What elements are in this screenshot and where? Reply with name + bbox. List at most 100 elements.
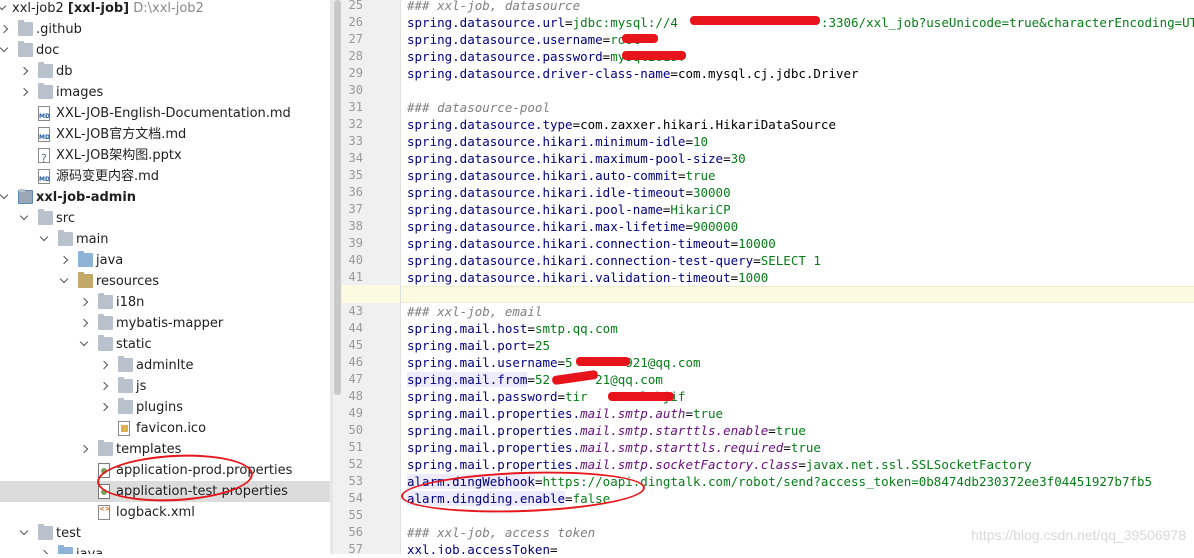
code-line[interactable]: spring.datasource.hikari.pool-name=Hikar… (401, 201, 1194, 218)
tree-item[interactable]: src (0, 208, 330, 229)
tree-item[interactable]: .github (0, 19, 330, 40)
code-line[interactable]: spring.mail.properties.mail.smtp.socketF… (401, 456, 1194, 473)
code-line[interactable]: spring.mail.from=52 21@qq.com (401, 371, 1194, 388)
chevron-right-icon[interactable] (20, 82, 30, 103)
line-number: 28 (348, 49, 363, 63)
code-line[interactable]: spring.datasource.hikari.connection-test… (401, 252, 1194, 269)
code-line[interactable]: spring.datasource.hikari.idle-timeout=30… (401, 184, 1194, 201)
property-key: spring.mail.from (407, 372, 528, 387)
property-value: SELECT 1 (760, 253, 821, 268)
tree-item[interactable]: XXL-JOB官方文档.md (0, 124, 330, 145)
tree-item[interactable]: mybatis-mapper (0, 313, 330, 334)
chevron-down-icon[interactable] (0, 187, 10, 208)
code-line[interactable]: ### datasource-pool (401, 99, 1194, 116)
code-line[interactable]: spring.mail.password=tir xlabjif (401, 388, 1194, 405)
code-line[interactable]: spring.mail.properties.mail.smtp.starttl… (401, 422, 1194, 439)
chevron-right-icon[interactable] (100, 355, 110, 376)
chevron-down-icon[interactable] (60, 271, 70, 292)
property-key: spring.datasource.hikari.maximum-pool-si… (407, 151, 724, 166)
code-line[interactable]: spring.mail.host=smtp.qq.com (401, 320, 1194, 337)
tree-item[interactable]: java (0, 544, 330, 554)
property-value: smtp.qq.com (534, 321, 618, 336)
tree-item[interactable]: java (0, 250, 330, 271)
tree-item[interactable]: XXL-JOB架构图.pptx (0, 145, 330, 169)
folder-icon (118, 377, 133, 393)
tree-item-label: XXL-JOB架构图.pptx (56, 148, 182, 163)
code-line[interactable]: spring.datasource.hikari.auto-commit=tru… (401, 167, 1194, 184)
file-icon (38, 127, 50, 142)
tree-item[interactable]: test (0, 523, 330, 544)
chevron-right-icon[interactable] (0, 19, 10, 40)
tree-item[interactable]: i18n (0, 292, 330, 313)
tree-item[interactable]: XXL-JOB-English-Documentation.md (0, 103, 330, 124)
property-key: spring.datasource.username (407, 32, 603, 47)
tree-item[interactable]: images (0, 82, 330, 103)
code-line[interactable]: ### xxl-job, datasource (401, 0, 1194, 14)
tree-root[interactable]: xxl-job2 [xxl-job] D:\xxl-job2 (0, 0, 330, 19)
folder-icon (78, 251, 93, 267)
tree-item-label: xxl-job-admin (36, 190, 137, 205)
tree-item[interactable]: static (0, 334, 330, 355)
tree-item[interactable]: doc (0, 40, 330, 61)
tree-item[interactable]: favicon.ico (0, 418, 330, 439)
code-line[interactable]: spring.datasource.hikari.validation-time… (401, 269, 1194, 286)
line-number: 46 (348, 355, 363, 369)
code-line[interactable]: spring.mail.username=5 921@qq.com (401, 354, 1194, 371)
chevron-down-icon[interactable] (40, 229, 50, 250)
chevron-down-icon[interactable] (20, 208, 30, 229)
tree-item-label: logback.xml (116, 505, 195, 520)
code-line[interactable]: spring.datasource.type=com.zaxxer.hikari… (401, 116, 1194, 133)
chevron-right-icon[interactable] (20, 61, 30, 82)
code-line[interactable]: ### xxl-job, email (401, 303, 1194, 320)
chevron-right-icon[interactable] (100, 397, 110, 418)
tree-item[interactable]: logback.xml (0, 499, 330, 523)
file-icon (118, 421, 130, 436)
code-line[interactable]: spring.datasource.password=mysql2019. (401, 48, 1194, 65)
chevron-down-icon[interactable] (20, 523, 30, 544)
tree-item[interactable]: resources (0, 271, 330, 292)
code-line[interactable]: spring.datasource.hikari.max-lifetime=90… (401, 218, 1194, 235)
code-line[interactable] (401, 82, 1194, 99)
redaction-mark (622, 51, 686, 60)
chevron-right-icon[interactable] (100, 376, 110, 397)
chevron-right-icon[interactable] (60, 250, 70, 271)
code-line[interactable]: spring.datasource.hikari.minimum-idle=10 (401, 133, 1194, 150)
tree-item[interactable]: plugins (0, 397, 330, 418)
tree-item[interactable]: 源码变更内容.md (0, 166, 330, 187)
code-line[interactable]: spring.datasource.username=root (401, 31, 1194, 48)
code-line[interactable]: spring.datasource.driver-class-name=com.… (401, 65, 1194, 82)
code-line[interactable]: spring.datasource.hikari.maximum-pool-si… (401, 150, 1194, 167)
property-value: jdbc:mysql://4 :3306/xxl_job?useUnicode=… (572, 15, 1194, 30)
code-line[interactable]: spring.mail.properties.mail.smtp.auth=tr… (401, 405, 1194, 422)
chevron-down-icon[interactable] (0, 0, 8, 19)
property-value: 25 (534, 338, 551, 353)
chevron-right-icon[interactable] (80, 439, 90, 460)
line-number: 52 (348, 457, 363, 471)
chevron-right-icon[interactable] (80, 292, 90, 313)
folder-icon (38, 83, 53, 99)
tree-item[interactable]: js (0, 376, 330, 397)
chevron-right-icon[interactable] (40, 544, 50, 554)
equals-sign: = (557, 389, 566, 404)
code-line[interactable] (401, 286, 1194, 303)
tree-item[interactable]: xxl-job-admin (0, 187, 330, 208)
chevron-down-icon[interactable] (80, 334, 90, 355)
tree-item[interactable]: main (0, 229, 330, 250)
tree-item[interactable]: adminlte (0, 355, 330, 376)
line-number: 57 (348, 542, 363, 556)
code-editor[interactable]: ### xxl-job, datasource spring.datasource… (401, 0, 1194, 554)
property-value: 900000 (692, 219, 739, 234)
tree-item-label: adminlte (136, 358, 194, 373)
line-number: 48 (348, 389, 363, 403)
property-value: javax.net.ssl.SSLSocketFactory (805, 457, 1032, 472)
code-line[interactable]: spring.mail.properties.mail.smtp.starttl… (401, 439, 1194, 456)
tree-item[interactable]: db (0, 61, 330, 82)
folder-icon (98, 335, 113, 351)
code-line[interactable]: spring.mail.port=25 (401, 337, 1194, 354)
chevron-right-icon[interactable] (80, 313, 90, 334)
equals-sign: = (527, 338, 535, 353)
chevron-down-icon[interactable] (0, 40, 10, 61)
code-line[interactable]: spring.datasource.hikari.connection-time… (401, 235, 1194, 252)
line-number: 56 (348, 525, 363, 539)
scrollbar-thumb[interactable] (334, 0, 341, 395)
